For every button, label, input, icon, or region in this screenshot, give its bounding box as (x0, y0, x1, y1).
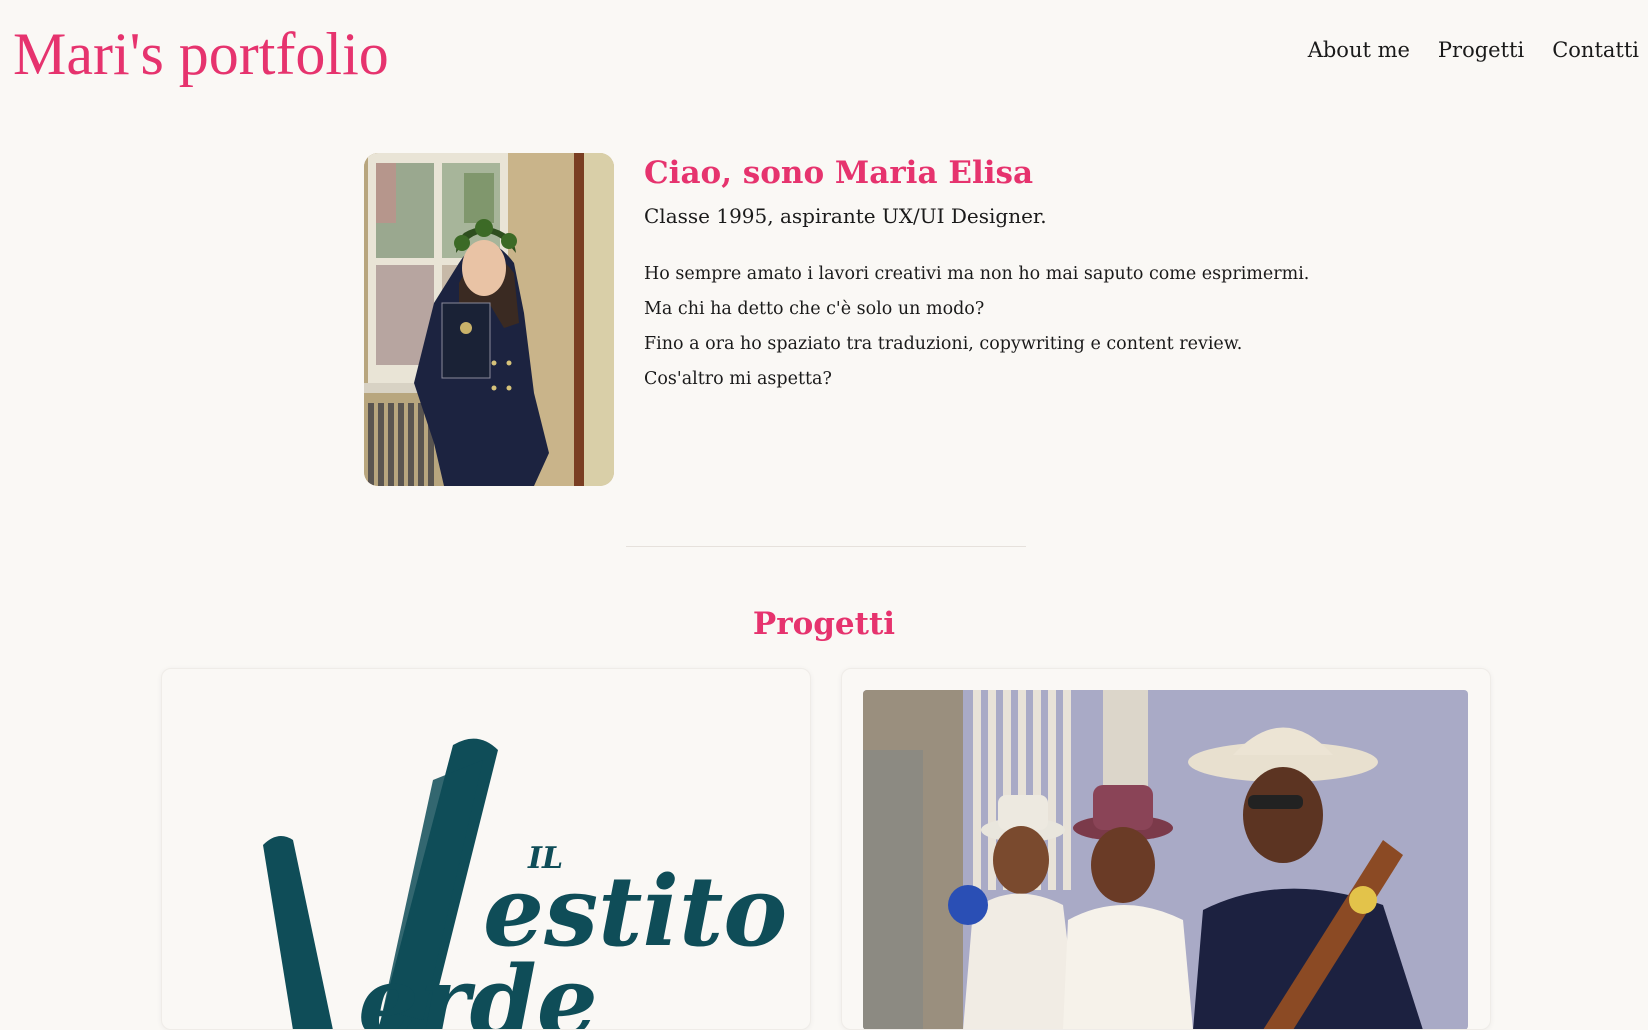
about-text: Ciao, sono Maria Elisa Classe 1995, aspi… (644, 153, 1324, 397)
about-subtitle: Classe 1995, aspirante UX/UI Designer. (644, 204, 1047, 228)
site-header: Mari's portfolio About me Progetti Conta… (0, 0, 1648, 110)
nav-link-about[interactable]: About me (1308, 38, 1410, 62)
bio-line: Ho sempre amato i lavori creativi ma non… (644, 264, 1310, 284)
project-card-vestito-verde[interactable]: IL estito erde (161, 668, 811, 1030)
nav-link-contatti[interactable]: Contatti (1552, 38, 1639, 62)
bio-line: Cos'altro mi aspetta? (644, 369, 832, 389)
project-card-musicians[interactable] (841, 668, 1491, 1030)
bio-line: Fino a ora ho spaziato tra traduzioni, c… (644, 334, 1243, 354)
greeting-heading: Ciao, sono Maria Elisa (644, 155, 1034, 191)
profile-photo (364, 153, 614, 486)
projects-heading: Progetti (752, 606, 896, 642)
nav-link-progetti[interactable]: Progetti (1438, 38, 1524, 62)
project-photo-musicians (863, 690, 1468, 1029)
about-section: Ciao, sono Maria Elisa Classe 1995, aspi… (364, 153, 1324, 488)
section-divider (626, 546, 1026, 547)
project-logo-image: IL estito erde (183, 690, 788, 1030)
main-nav: About me Progetti Contatti (1308, 38, 1639, 62)
bio-line: Ma chi ha detto che c'è solo un modo? (644, 299, 985, 319)
about-bio: Ho sempre amato i lavori creativi ma non… (644, 257, 1324, 397)
logo-erde-text: erde (358, 945, 598, 1030)
site-brand[interactable]: Mari's portfolio (13, 18, 389, 90)
